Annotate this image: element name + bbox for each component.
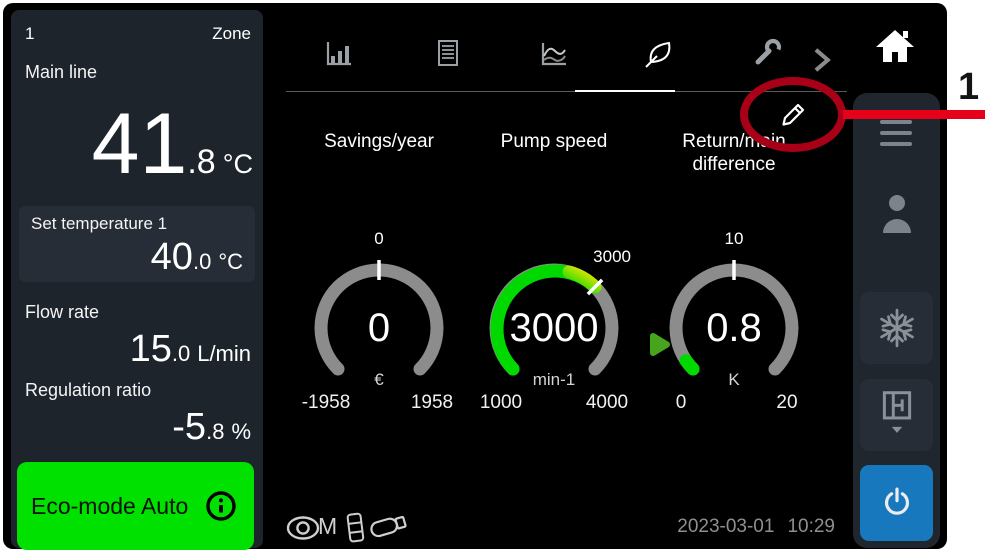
main-line-label: Main line [25, 62, 97, 83]
user-button[interactable] [880, 193, 914, 235]
tab-report[interactable] [431, 36, 465, 70]
svg-text:€: € [374, 370, 384, 389]
leaf-icon [643, 36, 677, 70]
gauge-title-savings: Savings/year [294, 130, 464, 153]
chevron-down-icon [891, 427, 901, 433]
report-icon [431, 36, 465, 70]
svg-text:20: 20 [776, 392, 797, 413]
sd-card-icon [344, 511, 368, 545]
zone-plan-icon [871, 385, 923, 445]
svg-text:3000: 3000 [593, 247, 631, 266]
zone-number: 1 [25, 24, 34, 44]
set-temperature-label: Set temperature 1 [31, 214, 243, 234]
svg-text:0.8: 0.8 [706, 306, 762, 350]
eco-mode-button[interactable]: Eco-mode Auto [17, 462, 254, 550]
svg-text:1958: 1958 [411, 392, 453, 413]
person-icon [883, 195, 911, 233]
svg-text:min-1: min-1 [533, 370, 576, 389]
device-screen: 1 Zone Main line 41 .8 °C Set temperatur… [3, 3, 947, 549]
gauge-pump-speed: 3000 3000 min-1 1000 4000 [469, 228, 639, 428]
snowflake-icon [873, 304, 921, 352]
home-icon [872, 24, 918, 70]
menu-button[interactable] [880, 120, 912, 150]
monitor-mode-letter: M [318, 513, 337, 540]
svg-text:0: 0 [676, 392, 687, 413]
trend-chart-icon [537, 36, 571, 70]
screenshot-stage: 1 Zone Main line 41 .8 °C Set temperatur… [0, 0, 988, 555]
power-button[interactable] [860, 465, 933, 541]
usb-stick-icon [367, 509, 411, 543]
gauge-title-return-diff: Return/main difference [659, 130, 809, 176]
gauge-title-pump-speed: Pump speed [469, 130, 639, 153]
flow-rate-label: Flow rate [25, 302, 99, 323]
svg-text:4000: 4000 [586, 392, 628, 413]
date-value: 2023-03-01 [677, 516, 774, 537]
regulation-ratio-label: Regulation ratio [25, 380, 151, 401]
eco-mode-label: Eco-mode Auto [31, 493, 188, 520]
main-line-value: 41 .8 °C [11, 96, 253, 192]
svg-text:0: 0 [368, 306, 390, 350]
zone-label: Zone [212, 24, 251, 44]
zone-header: 1 Zone [25, 24, 251, 44]
tab-divider [286, 91, 847, 92]
flow-rate-value: 15 .0 L/min [11, 328, 251, 371]
home-button[interactable] [851, 8, 940, 87]
gauge-return-diff: 10 0.8 K 0 20 [649, 228, 819, 428]
tab-statistics[interactable] [322, 36, 356, 70]
power-icon [875, 481, 919, 525]
indicator-arrow-icon [647, 331, 673, 359]
edit-button[interactable] [777, 99, 809, 131]
zone-select-button[interactable] [860, 379, 933, 451]
svg-text:3000: 3000 [510, 306, 599, 350]
callout-number: 1 [958, 66, 979, 109]
tab-eco[interactable] [643, 36, 677, 70]
tab-trend[interactable] [537, 36, 571, 70]
zone-readings-panel: 1 Zone Main line 41 .8 °C Set temperatur… [11, 10, 263, 548]
svg-text:10: 10 [725, 229, 744, 248]
active-tab-indicator [575, 90, 675, 92]
info-icon[interactable] [204, 489, 238, 523]
bar-chart-icon [322, 36, 356, 70]
chevron-right-icon [804, 43, 838, 77]
callout-line [843, 110, 985, 119]
gauge-savings: 0 0 € -1958 1958 [294, 228, 464, 428]
svg-text:-1958: -1958 [302, 392, 351, 413]
time-value: 10:29 [787, 516, 835, 537]
svg-text:1000: 1000 [480, 392, 522, 413]
svg-text:K: K [728, 370, 740, 389]
menu-icon [880, 120, 912, 124]
tab-settings[interactable] [750, 36, 784, 70]
regulation-ratio-value: -5 .8 % [11, 406, 251, 449]
svg-text:0: 0 [374, 229, 383, 248]
wrench-icon [750, 36, 784, 70]
set-temperature-value: 40 .0 °C [31, 236, 243, 279]
tabs-more-button[interactable] [804, 43, 824, 63]
datetime-display: 2023-03-01 10:29 [623, 516, 835, 538]
set-temperature-card[interactable]: Set temperature 1 40 .0 °C [19, 206, 255, 282]
cooling-mode-button[interactable] [860, 292, 933, 364]
pencil-icon [777, 99, 809, 131]
eye-monitor-icon [286, 515, 320, 541]
